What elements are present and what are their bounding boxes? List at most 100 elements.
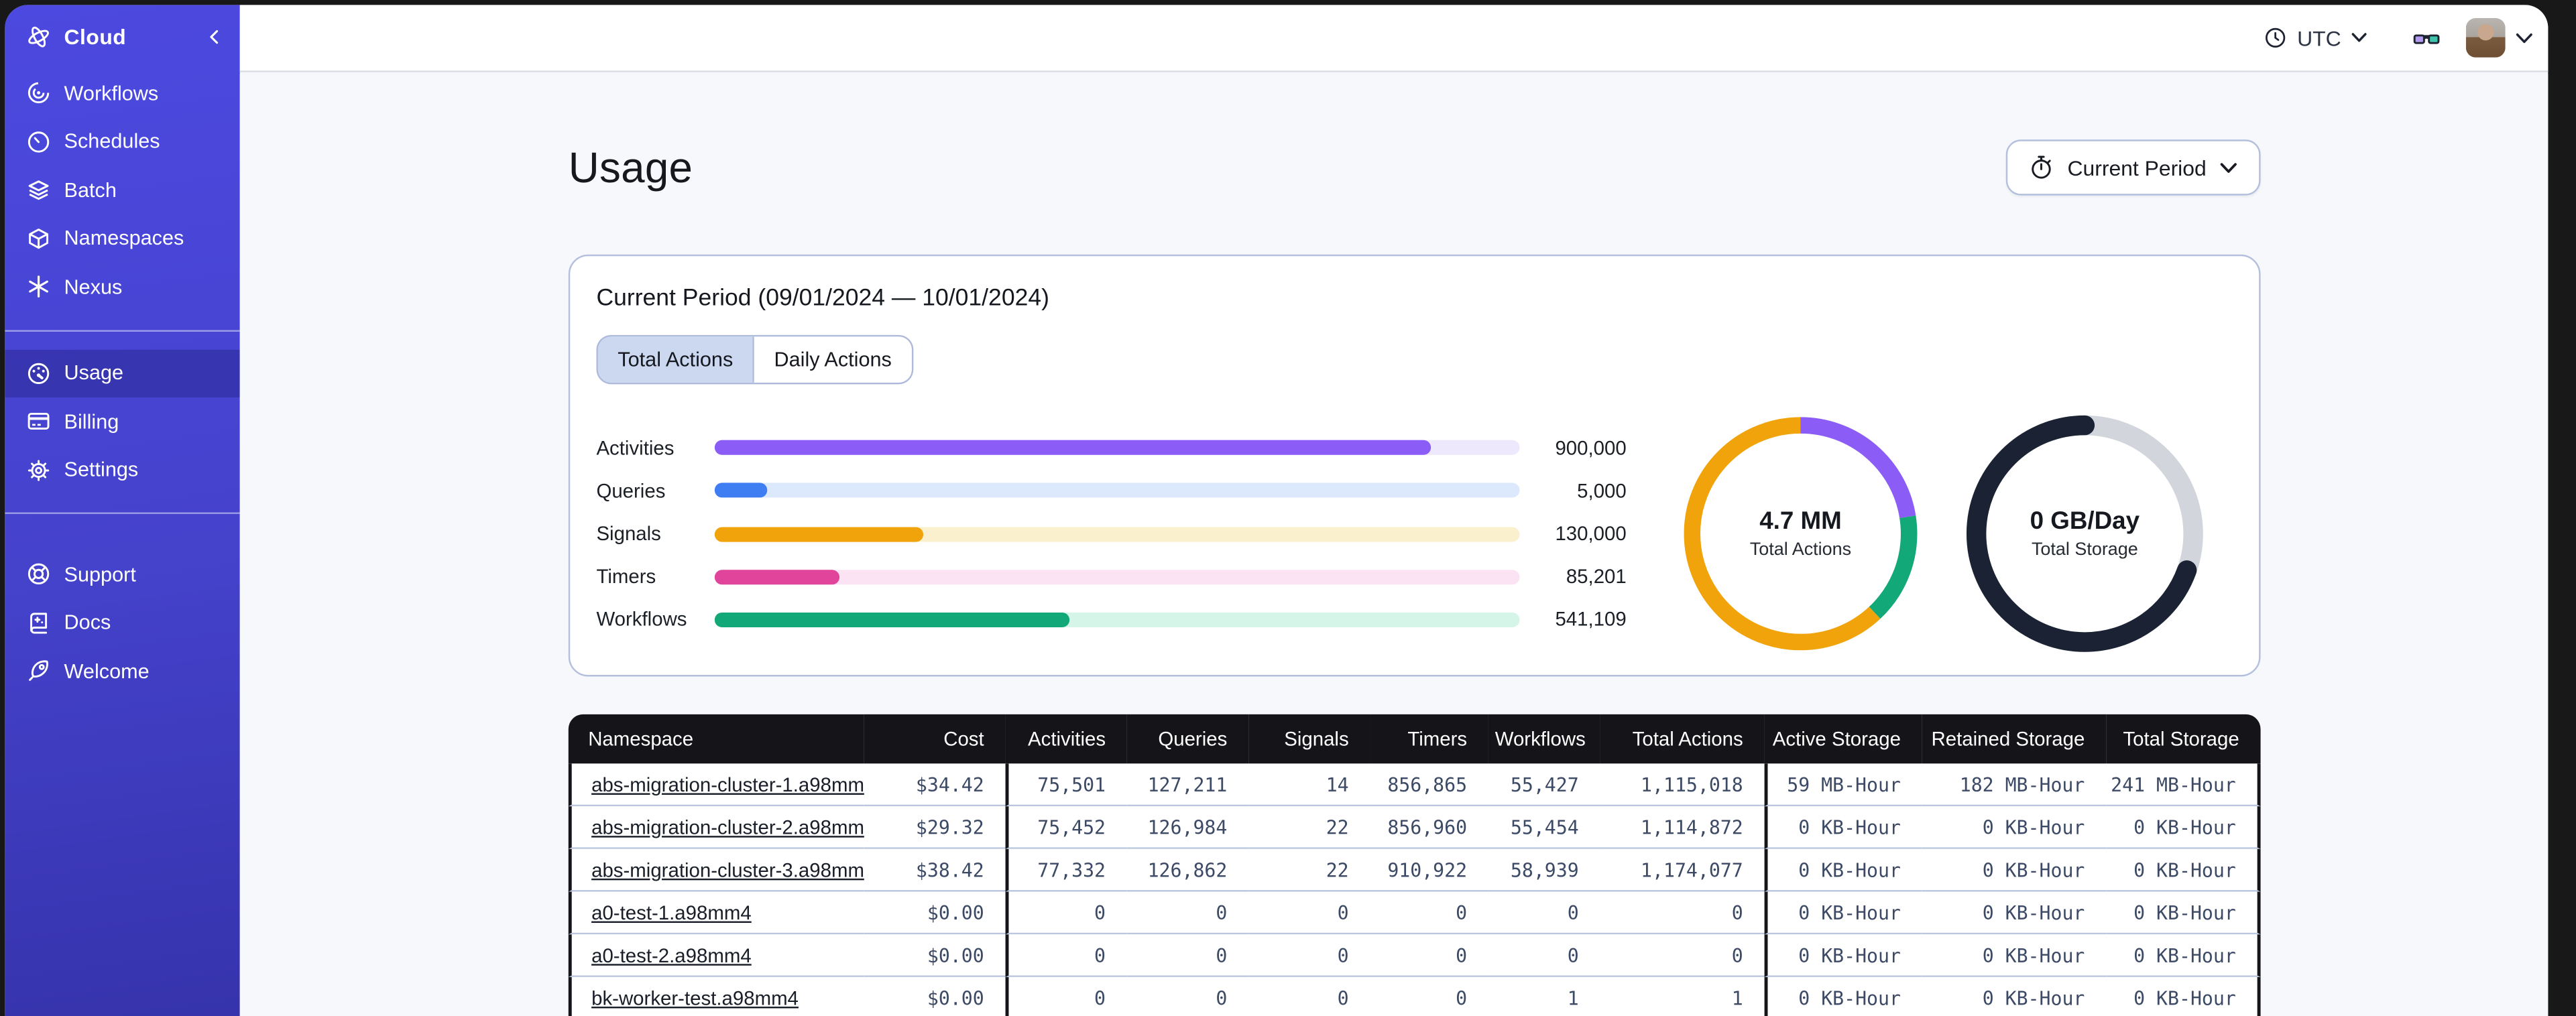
- bar-fill: [714, 612, 1069, 627]
- topbar: UTC: [239, 5, 2549, 72]
- cell-namespace: abs-migration-cluster-1.a98mm4: [568, 763, 864, 807]
- sidebar-item-nexus[interactable]: Nexus: [5, 263, 239, 311]
- namespace-link[interactable]: abs-migration-cluster-3.a98mm4: [591, 858, 864, 881]
- cell-namespace: a0-test-1.a98mm4: [568, 891, 864, 935]
- cell-activities: 0: [1005, 891, 1127, 935]
- usage-bar-signals: Signals 130,000: [596, 512, 1626, 555]
- account-menu-button[interactable]: [2515, 30, 2533, 45]
- bar-fill: [714, 483, 767, 499]
- cell-cost: $34.42: [864, 763, 1006, 807]
- donut-value: 4.7 MM: [1759, 507, 1842, 535]
- column-header-activities: Activities: [1005, 714, 1127, 764]
- bar-track: [714, 440, 1520, 456]
- cell-active_storage: 0 KB-Hour: [1764, 976, 1922, 1016]
- table-row: a0-test-2.a98mm4 $0.00 0 0 0 0 0 0 0 KB-Hour 0 KB…: [568, 934, 2261, 977]
- sidebar-item-label: Workflows: [64, 81, 159, 105]
- main-content: Usage Current Period Current Period (09/…: [239, 74, 2549, 1016]
- welcome-rocket-icon: [26, 659, 51, 684]
- actions-tab-group: Total Actions Daily Actions: [596, 334, 913, 385]
- temporal-cloud-logo-icon: [26, 25, 51, 50]
- bar-label: Signals: [596, 522, 661, 546]
- cell-active_storage: 0 KB-Hour: [1764, 848, 1922, 892]
- sidebar-item-settings[interactable]: Settings: [5, 446, 239, 494]
- bar-track: [714, 526, 1520, 542]
- column-header-timers: Timers: [1370, 714, 1488, 764]
- bar-fill: [714, 440, 1431, 456]
- sidebar-item-workflows[interactable]: Workflows: [5, 69, 239, 117]
- stopwatch-icon: [2032, 155, 2052, 179]
- cell-retained_storage: 182 MB-Hour: [1922, 763, 2107, 807]
- namespaces-icon: [26, 227, 51, 251]
- cell-namespace: bk-worker-test.a98mm4: [568, 976, 864, 1016]
- cell-retained_storage: 0 KB-Hour: [1922, 976, 2107, 1016]
- cell-timers: 910,922: [1370, 848, 1488, 892]
- bar-value: 5,000: [1577, 479, 1627, 503]
- column-header-signals: Signals: [1248, 714, 1370, 764]
- namespace-link[interactable]: a0-test-2.a98mm4: [591, 944, 752, 966]
- bar-value: 130,000: [1555, 522, 1627, 546]
- cell-signals: 22: [1248, 848, 1370, 892]
- cell-total_storage: 0 KB-Hour: [2106, 848, 2261, 892]
- batch-icon: [26, 178, 51, 202]
- cell-activities: 75,452: [1005, 806, 1127, 849]
- cell-activities: 0: [1005, 976, 1127, 1016]
- sidebar-item-schedules[interactable]: Schedules: [5, 117, 239, 166]
- bar-track: [714, 569, 1520, 584]
- cell-timers: 0: [1370, 976, 1488, 1016]
- column-header-namespace: Namespace: [568, 714, 864, 764]
- avatar[interactable]: [2465, 17, 2506, 58]
- bar-track: [714, 483, 1520, 499]
- sidebar-item-billing[interactable]: Billing: [5, 397, 239, 446]
- usage-bar-activities: Activities 900,000: [596, 426, 1626, 469]
- chevron-left-icon: [210, 29, 219, 44]
- brand-label: Cloud: [64, 24, 127, 50]
- clock-icon: [2266, 27, 2286, 48]
- namespace-link[interactable]: bk-worker-test.a98mm4: [591, 986, 799, 1009]
- cell-workflows: 0: [1488, 934, 1600, 977]
- table-row: abs-migration-cluster-1.a98mm4 $34.42 75,5…: [568, 763, 2261, 807]
- column-header-workflows: Workflows: [1488, 714, 1600, 764]
- billing-icon: [26, 409, 51, 434]
- sidebar-item-welcome[interactable]: Welcome: [5, 647, 239, 695]
- glasses-icon[interactable]: [2412, 27, 2441, 48]
- usage-bars: Activities 900,000 Queries 5,000 Signals: [596, 426, 1626, 641]
- total-actions-donut: 4.7 MM Total Actions: [1679, 412, 1922, 655]
- cell-timers: 856,960: [1370, 806, 1488, 849]
- sidebar-item-docs[interactable]: Docs: [5, 598, 239, 647]
- namespace-link[interactable]: abs-migration-cluster-1.a98mm4: [591, 773, 864, 796]
- namespace-usage-table: Namespace Cost Activities Queries Signals Tim…: [568, 714, 2261, 1016]
- period-button-label: Current Period: [2067, 155, 2207, 180]
- cell-total_actions: 1,174,077: [1600, 848, 1765, 892]
- docs-book-icon: [26, 611, 51, 635]
- chevron-down-icon: [2351, 33, 2367, 42]
- period-selector-button[interactable]: Current Period: [2006, 139, 2261, 196]
- tab-total-actions[interactable]: Total Actions: [597, 336, 753, 383]
- cell-total_storage: 0 KB-Hour: [2106, 976, 2261, 1016]
- sidebar-item-usage[interactable]: Usage: [5, 348, 240, 397]
- bar-value: 85,201: [1566, 565, 1627, 588]
- sidebar-item-label: Support: [64, 562, 136, 586]
- cell-queries: 126,862: [1126, 848, 1249, 892]
- sidebar-collapse-button[interactable]: [205, 28, 223, 46]
- app-window: Cloud Workflows Schedules Batch Namespac…: [5, 5, 2549, 1016]
- bar-label: Timers: [596, 565, 656, 588]
- sidebar-item-namespaces[interactable]: Namespaces: [5, 214, 239, 263]
- cell-activities: 75,501: [1005, 763, 1127, 807]
- table-header-row: Namespace Cost Activities Queries Signals Tim…: [568, 714, 2261, 764]
- cell-total_actions: 1,115,018: [1600, 763, 1765, 807]
- column-header-cost: Cost: [864, 714, 1006, 764]
- cell-timers: 0: [1370, 934, 1488, 977]
- namespace-link[interactable]: a0-test-1.a98mm4: [591, 901, 752, 924]
- sidebar-item-label: Docs: [64, 611, 111, 635]
- sidebar-item-support[interactable]: Support: [5, 550, 239, 598]
- sidebar-item-batch[interactable]: Batch: [5, 166, 239, 214]
- tab-daily-actions[interactable]: Daily Actions: [752, 336, 912, 383]
- sidebar-nav-account: Usage Billing Settings: [5, 348, 240, 495]
- cell-active_storage: 0 KB-Hour: [1764, 806, 1922, 849]
- cell-timers: 0: [1370, 891, 1488, 935]
- sidebar-item-label: Schedules: [64, 130, 160, 153]
- table-row: abs-migration-cluster-2.a98mm4 $29.32 75,4…: [568, 806, 2261, 849]
- namespace-link[interactable]: abs-migration-cluster-2.a98mm4: [591, 816, 864, 838]
- cell-queries: 0: [1126, 934, 1249, 977]
- timezone-selector[interactable]: UTC: [2264, 25, 2367, 50]
